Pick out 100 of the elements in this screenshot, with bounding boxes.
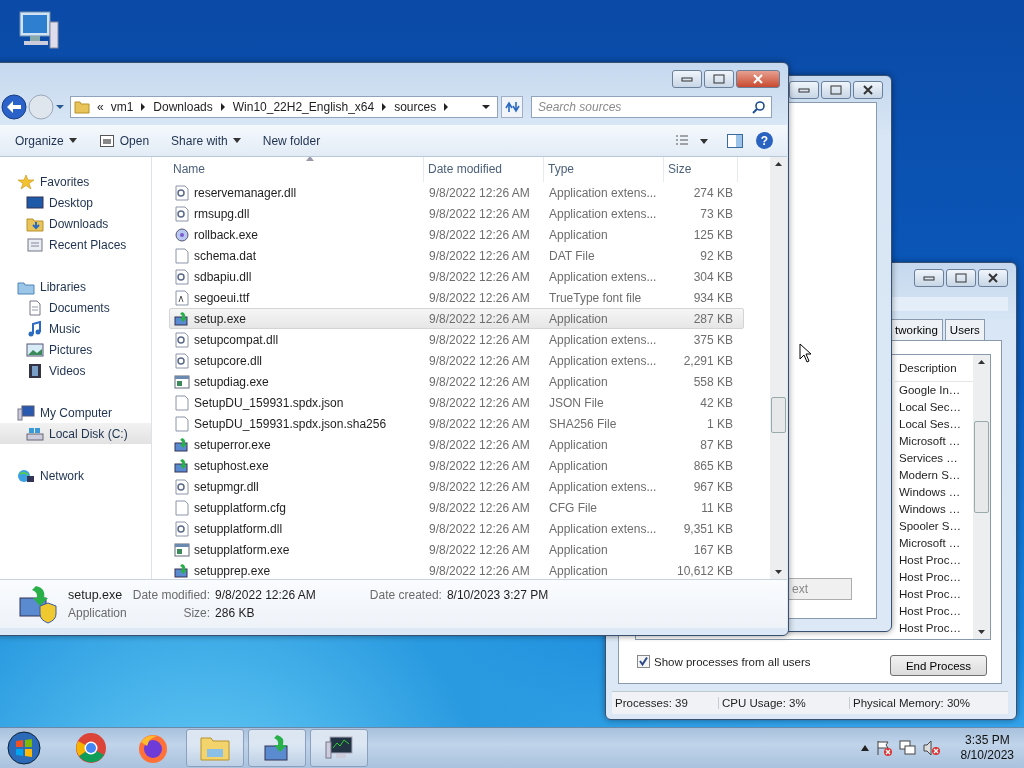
process-description[interactable]: Host Proc… [895, 603, 973, 620]
file-row[interactable]: setupdiag.exe 9/8/2022 12:26 AM Application 558 KB [169, 371, 744, 392]
search-field[interactable]: Search sources [531, 96, 772, 118]
file-row[interactable]: segoeui.ttf 9/8/2022 12:26 AM TrueType font file 934 KB [169, 287, 744, 308]
file-row[interactable]: SetupDU_159931.spdx.json 9/8/2022 12:26 AM JSON File 42 KB [169, 392, 744, 413]
scrollbar[interactable] [770, 157, 787, 579]
breadcrumb-item[interactable]: Win10_22H2_English_x64 [232, 100, 375, 114]
breadcrumb-item[interactable]: sources [394, 100, 437, 114]
file-row[interactable]: setupplatform.dll 9/8/2022 12:26 AM Application extens... 9,351 KB [169, 518, 744, 539]
process-description[interactable]: Local Sec… [895, 399, 973, 416]
clock[interactable]: 3:35 PM 8/10/2023 [960, 733, 1014, 763]
network-icon[interactable] [898, 740, 917, 756]
process-description[interactable]: Windows … [895, 484, 973, 501]
navigation-group[interactable]: My Computer [0, 402, 151, 423]
process-description[interactable]: Microsoft … [895, 535, 973, 552]
navigation-group[interactable]: Favorites [0, 171, 151, 192]
scroll-thumb[interactable] [771, 397, 786, 433]
navigation-item[interactable]: Recent Places [0, 234, 151, 255]
navigation-item[interactable]: Downloads [0, 213, 151, 234]
process-description[interactable]: Windows … [895, 501, 973, 518]
file-row[interactable]: setupprep.exe 9/8/2022 12:26 AM Application 10,612 KB [169, 560, 744, 579]
close-button[interactable] [853, 81, 883, 99]
file-row[interactable]: sdbapiu.dll 9/8/2022 12:26 AM Application extens... 304 KB [169, 266, 744, 287]
chevron-icon[interactable] [381, 103, 388, 111]
breadcrumb-item[interactable]: Downloads [153, 100, 213, 114]
process-description[interactable]: Services … [895, 450, 973, 467]
scroll-thumb[interactable] [974, 421, 989, 513]
file-row[interactable]: setup.exe 9/8/2022 12:26 AM Application 287 KB [169, 308, 744, 329]
scroll-up-icon[interactable] [977, 359, 986, 365]
minimize-button[interactable] [789, 81, 819, 99]
process-description[interactable]: Host Proc… [895, 620, 973, 637]
dropdown-icon[interactable] [481, 103, 491, 111]
file-row[interactable]: setupcore.dll 9/8/2022 12:26 AM Application extens... 2,291 KB [169, 350, 744, 371]
file-row[interactable]: SetupDU_159931.spdx.json.sha256 9/8/2022 12:26 AM SHA256 File 1 KB [169, 413, 744, 434]
scrollbar[interactable] [973, 355, 990, 639]
column-header[interactable]: Date modified [424, 157, 544, 182]
help-button[interactable]: ? [756, 132, 773, 149]
file-row[interactable]: setupplatform.cfg 9/8/2022 12:26 AM CFG File 11 KB [169, 497, 744, 518]
file-row[interactable]: setuperror.exe 9/8/2022 12:26 AM Application 87 KB [169, 434, 744, 455]
taskbar-button[interactable] [248, 729, 306, 767]
refresh-button[interactable] [501, 96, 523, 118]
toolbar-button[interactable]: Open [93, 129, 155, 152]
process-description[interactable]: Local Ses… [895, 416, 973, 433]
show-hidden-icons-icon[interactable] [860, 745, 869, 751]
flag-icon[interactable] [874, 740, 893, 756]
checkbox[interactable] [637, 655, 650, 668]
scroll-down-icon[interactable] [774, 569, 783, 575]
file-row[interactable]: setupcompat.dll 9/8/2022 12:26 AM Application extens... 375 KB [169, 329, 744, 350]
file-row[interactable]: rollback.exe 9/8/2022 12:26 AM Application 125 KB [169, 224, 744, 245]
chevron-icon[interactable] [140, 103, 147, 111]
process-description[interactable]: Spooler S… [895, 518, 973, 535]
file-row[interactable]: setupplatform.exe 9/8/2022 12:26 AM Application 167 KB [169, 539, 744, 560]
navigation-item[interactable]: Pictures [0, 339, 151, 360]
close-button[interactable] [978, 269, 1008, 287]
file-name: setupcompat.dll [194, 332, 279, 347]
navigation-item[interactable]: Desktop [0, 192, 151, 213]
column-header[interactable]: Type [544, 157, 664, 182]
minimize-button[interactable] [672, 70, 702, 88]
file-row[interactable]: rmsupg.dll 9/8/2022 12:26 AM Application extens... 73 KB [169, 203, 744, 224]
process-description[interactable]: Google In… [895, 382, 973, 399]
maximize-button[interactable] [946, 269, 976, 287]
minimize-button[interactable] [914, 269, 944, 287]
end-process-button[interactable]: End Process [890, 655, 987, 676]
start-button[interactable] [6, 730, 42, 766]
navigation-item[interactable]: Documents [0, 297, 151, 318]
scroll-up-icon[interactable] [774, 161, 783, 167]
toolbar-button[interactable]: Share with [166, 130, 246, 151]
navigation-item[interactable]: Music [0, 318, 151, 339]
breadcrumb-overflow[interactable]: « [97, 100, 104, 114]
process-description[interactable]: Host Proc… [895, 552, 973, 569]
file-row[interactable]: setuphost.exe 9/8/2022 12:26 AM Application 865 KB [169, 455, 744, 476]
maximize-button[interactable] [821, 81, 851, 99]
process-description[interactable]: Host Proc… [895, 569, 973, 586]
file-row[interactable]: schema.dat 9/8/2022 12:26 AM DAT File 92 KB [169, 245, 744, 266]
address-bar[interactable]: « vm1 Downloads Win10_22H2_English_x64 sources [70, 96, 498, 118]
back-button[interactable] [1, 94, 27, 120]
scroll-down-icon[interactable] [977, 629, 986, 635]
toolbar-button[interactable]: New folder [257, 130, 326, 151]
tab[interactable]: tworking [890, 319, 943, 340]
maximize-button[interactable] [704, 70, 734, 88]
show-all-processes-checkbox[interactable]: Show processes from all users [637, 655, 811, 668]
navigation-group[interactable]: Network [0, 465, 151, 486]
column-header[interactable]: Size [664, 157, 738, 182]
process-description[interactable]: Host Proc… [895, 586, 973, 603]
tab[interactable]: Users [944, 319, 985, 340]
preview-pane-icon[interactable] [726, 132, 744, 149]
taskbar-button[interactable] [310, 729, 368, 767]
breadcrumb-item[interactable]: vm1 [110, 100, 134, 114]
toolbar-button[interactable]: Organize [10, 130, 82, 151]
process-description[interactable]: Microsoft … [895, 433, 973, 450]
chevron-icon[interactable] [443, 103, 450, 111]
navigation-group[interactable]: Libraries [0, 276, 151, 297]
navigation-item[interactable]: Videos [0, 360, 151, 381]
chevron-icon[interactable] [219, 103, 226, 111]
speaker-muted-icon[interactable] [922, 740, 941, 756]
file-row[interactable]: setupmgr.dll 9/8/2022 12:26 AM Application extens... 967 KB [169, 476, 744, 497]
computer-icon[interactable] [16, 8, 60, 52]
navigation-item[interactable]: Local Disk (C:) [0, 423, 151, 444]
file-row[interactable]: reservemanager.dll 9/8/2022 12:26 AM Application extens... 274 KB [169, 182, 744, 203]
process-description[interactable]: Modern S… [895, 467, 973, 484]
